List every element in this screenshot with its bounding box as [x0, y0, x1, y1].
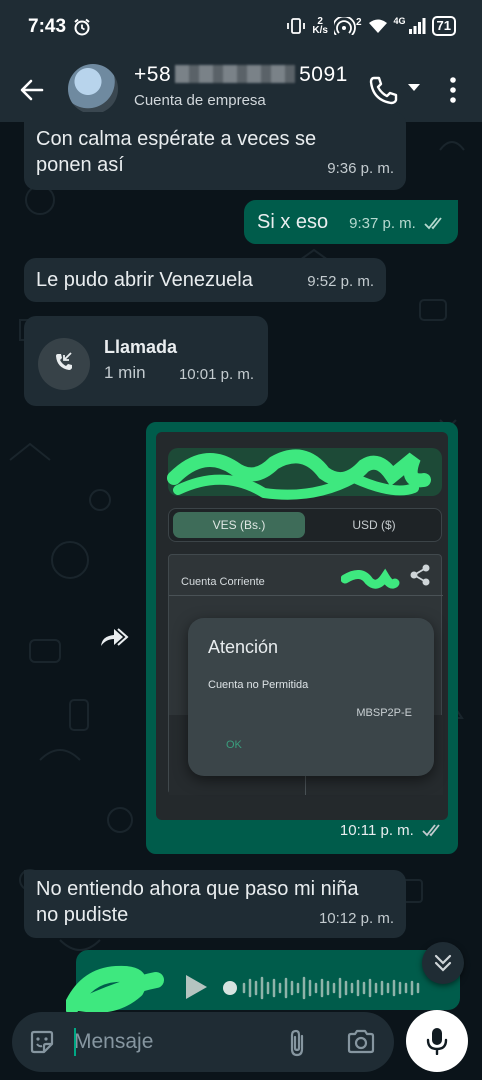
signal-icon — [408, 18, 426, 34]
redacted-number — [175, 65, 296, 83]
message-input[interactable] — [74, 1022, 264, 1062]
wifi-icon — [368, 19, 387, 33]
attach-icon[interactable] — [284, 1028, 310, 1058]
message-text: Con calma espérate a veces se ponen así — [36, 128, 317, 176]
play-icon[interactable] — [180, 972, 210, 1002]
redaction-scribble — [66, 965, 164, 1014]
incoming-message[interactable]: Con calma espérate a veces se ponen así … — [24, 112, 406, 190]
alarm-icon — [74, 18, 90, 36]
dialog-title: Atención — [208, 637, 279, 657]
net-speed: 2 K/s — [312, 17, 328, 36]
message-time: 9:52 p. m. — [307, 273, 374, 290]
image-message[interactable]: VES (Bs.) USD ($) Cuenta Corriente SALDO… — [146, 422, 458, 854]
mic-icon — [426, 1028, 448, 1055]
text-cursor — [74, 1028, 76, 1056]
message-text: Si x eso — [257, 211, 329, 233]
emoji-icon[interactable] — [28, 1028, 56, 1056]
message-time: 10:11 p. m. — [339, 822, 414, 839]
call-message[interactable]: Llamada 1 min 10:01 p. m. — [24, 316, 268, 406]
dialog-ok-button: OK — [226, 739, 242, 751]
contact-name-suffix: 5091 — [299, 63, 348, 86]
camera-icon[interactable] — [346, 1028, 376, 1056]
message-time: 10:12 p. m. — [318, 910, 394, 927]
dialog-message: Cuenta no Permitida — [208, 679, 309, 691]
double-check-icon — [422, 824, 440, 837]
audio-waveform[interactable] — [222, 972, 452, 1004]
forward-icon[interactable] — [98, 624, 130, 650]
vibrate-icon — [287, 18, 306, 34]
message-meta: 9:37 p. m. — [349, 211, 446, 237]
double-check-icon — [424, 217, 442, 230]
call-icon-circle — [38, 338, 90, 390]
mic-button[interactable] — [406, 1010, 468, 1072]
hotspot-icon — [333, 17, 356, 35]
hotspot-count: 2 — [355, 16, 362, 28]
tab-usd: USD ($) — [352, 518, 396, 532]
message-time: 9:37 p. m. — [349, 215, 416, 232]
call-title: Llamada — [104, 337, 178, 357]
redaction-scribble — [167, 449, 431, 500]
dialog-code: MBSP2P-E — [356, 707, 412, 719]
share-icon — [410, 564, 430, 586]
more-vert-icon[interactable] — [444, 74, 462, 106]
missed-call-icon — [56, 352, 72, 370]
screenshot-image[interactable]: VES (Bs.) USD ($) Cuenta Corriente SALDO… — [156, 432, 448, 820]
double-chevron-down-icon — [434, 954, 452, 972]
message-text: No entiendo ahora que paso mi niña no pu… — [36, 878, 359, 926]
message-time: 10:01 p. m. — [178, 366, 254, 383]
caret-down-icon[interactable] — [406, 82, 422, 94]
voice-message[interactable] — [66, 950, 460, 1014]
call-duration: 1 min — [104, 363, 146, 382]
message-text: Le pudo abrir Venezuela — [36, 269, 253, 291]
account-label: Cuenta Corriente — [181, 576, 265, 588]
incoming-message[interactable]: No entiendo ahora que paso mi niña no pu… — [24, 870, 406, 938]
battery-indicator: 71 — [431, 16, 456, 36]
outgoing-message[interactable]: Si x eso 9:37 p. m. — [244, 200, 458, 244]
net-speed-unit: K/s — [312, 25, 328, 36]
contact-name[interactable]: +58 5091 — [134, 63, 348, 87]
redaction-scribble — [341, 568, 400, 589]
back-arrow-icon[interactable] — [16, 74, 48, 106]
network-type: 4G — [393, 16, 406, 26]
status-time: 7:43 — [28, 16, 67, 37]
tab-ves: VES (Bs.) — [173, 512, 305, 538]
phone-icon[interactable] — [366, 74, 400, 106]
message-meta: 10:11 p. m. — [340, 818, 444, 844]
contact-name-prefix: +58 — [134, 63, 172, 86]
card-divider-line — [169, 595, 443, 596]
message-composer — [12, 1012, 394, 1072]
currency-tabs: VES (Bs.) USD ($) — [168, 508, 442, 542]
avatar[interactable] — [68, 64, 118, 114]
incoming-message[interactable]: Le pudo abrir Venezuela 9:52 p. m. — [24, 258, 386, 302]
message-time: 9:36 p. m. — [327, 160, 394, 177]
status-icons: 2 K/s 2 4G 71 — [286, 16, 456, 36]
scroll-to-bottom-button[interactable] — [422, 942, 464, 984]
alert-dialog: Atención Cuenta no Permitida MBSP2P-E OK — [188, 618, 434, 776]
status-bar: 7:43 2 K/s 2 4G 71 — [0, 0, 482, 56]
contact-subtitle: Cuenta de empresa — [134, 92, 266, 109]
